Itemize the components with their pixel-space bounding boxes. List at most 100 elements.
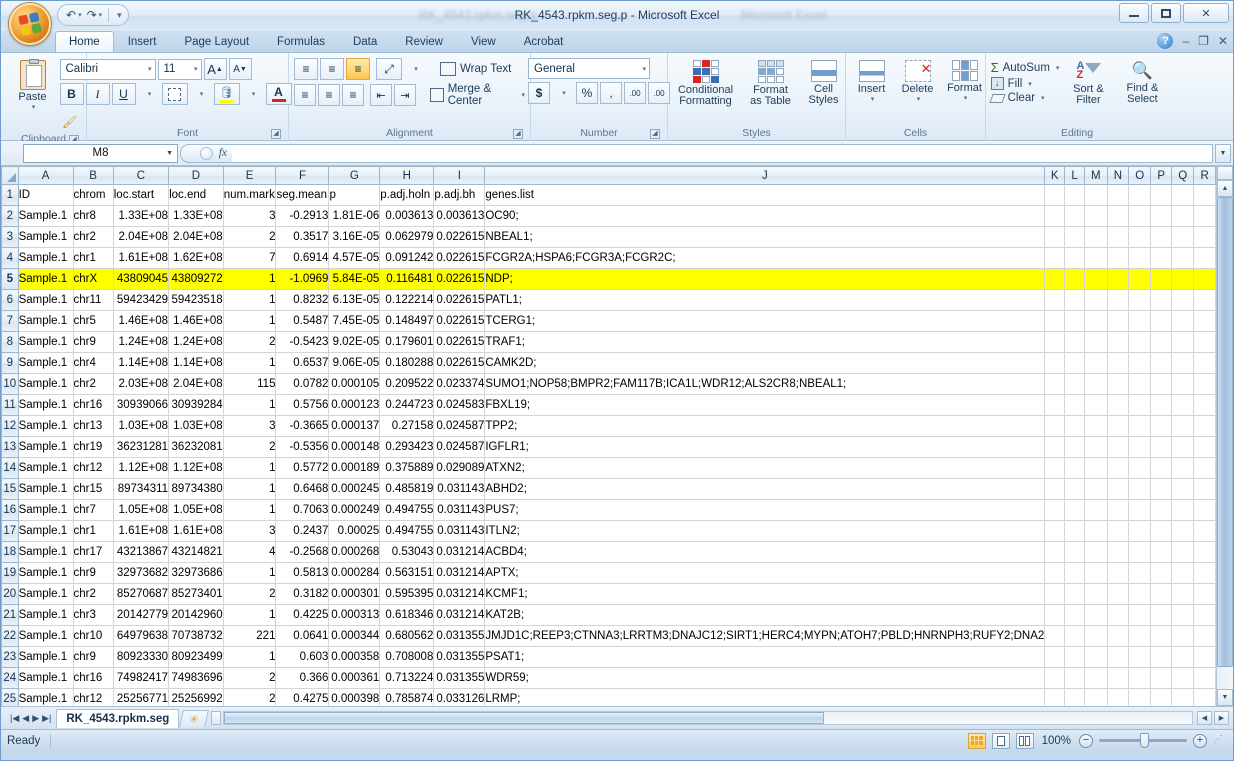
cell-K16[interactable]: [1045, 500, 1065, 521]
cell-Q8[interactable]: [1172, 332, 1194, 353]
cell-J17[interactable]: ITLN2;: [485, 521, 1045, 542]
cell-P9[interactable]: [1151, 353, 1172, 374]
cell-M1[interactable]: [1085, 185, 1108, 206]
view-page-break-button[interactable]: [1016, 733, 1034, 749]
cell-M17[interactable]: [1085, 521, 1108, 542]
cell-B18[interactable]: chr17: [73, 542, 113, 563]
cell-D13[interactable]: 36232081: [169, 437, 224, 458]
cell-R17[interactable]: [1194, 521, 1216, 542]
currency-dropdown[interactable]: ▾: [552, 82, 574, 104]
cell-K3[interactable]: [1045, 227, 1065, 248]
zoom-slider[interactable]: [1099, 739, 1187, 742]
next-sheet-button[interactable]: ▶: [32, 713, 39, 724]
cell-L13[interactable]: [1065, 437, 1085, 458]
row-header-6[interactable]: 6: [2, 290, 19, 311]
insert-function-icon[interactable]: fx: [219, 147, 227, 159]
minimize-button[interactable]: [1119, 3, 1149, 23]
row-header-12[interactable]: 12: [2, 416, 19, 437]
cell-A3[interactable]: Sample.1: [18, 227, 73, 248]
select-all-button[interactable]: [2, 167, 19, 185]
cell-P4[interactable]: [1151, 248, 1172, 269]
cell-B24[interactable]: chr16: [73, 668, 113, 689]
cell-B13[interactable]: chr19: [73, 437, 113, 458]
vertical-scrollbar[interactable]: ▲ ▼: [1216, 166, 1233, 706]
cell-F10[interactable]: 0.0782: [276, 374, 329, 395]
cell-H5[interactable]: 0.116481: [380, 269, 434, 290]
cell-D21[interactable]: 20142960: [169, 605, 224, 626]
cell-L22[interactable]: [1065, 626, 1085, 647]
column-header-q[interactable]: Q: [1172, 167, 1194, 185]
scroll-down-button[interactable]: ▼: [1217, 689, 1233, 706]
fill-button[interactable]: ↓ Fill ▾: [991, 77, 1060, 90]
cell-M20[interactable]: [1085, 584, 1108, 605]
cell-F18[interactable]: -0.2568: [276, 542, 329, 563]
cell-L4[interactable]: [1065, 248, 1085, 269]
cell-O9[interactable]: [1129, 353, 1151, 374]
cell-L11[interactable]: [1065, 395, 1085, 416]
cell-E23[interactable]: 1: [223, 647, 276, 668]
cell-F11[interactable]: 0.5756: [276, 395, 329, 416]
cell-D23[interactable]: 80923499: [169, 647, 224, 668]
cell-G19[interactable]: 0.000284: [329, 563, 380, 584]
cell-N23[interactable]: [1107, 647, 1129, 668]
column-header-d[interactable]: D: [169, 167, 224, 185]
previous-sheet-button[interactable]: ◀: [22, 713, 29, 724]
row-header-14[interactable]: 14: [2, 458, 19, 479]
cell-M10[interactable]: [1085, 374, 1108, 395]
cell-P5[interactable]: [1151, 269, 1172, 290]
font-dialog-launcher[interactable]: ◢: [271, 129, 281, 139]
cell-B25[interactable]: chr12: [73, 689, 113, 707]
bold-button[interactable]: B: [60, 83, 84, 105]
font-size-combo[interactable]: 11 ▾: [158, 59, 202, 80]
cell-M19[interactable]: [1085, 563, 1108, 584]
paste-button[interactable]: Paste ▾: [7, 58, 59, 111]
cell-H22[interactable]: 0.680562: [380, 626, 434, 647]
cell-O3[interactable]: [1129, 227, 1151, 248]
chevron-down-icon[interactable]: ▼: [166, 150, 173, 157]
table-row[interactable]: 5Sample.1chrX43809045438092721-1.09695.8…: [2, 269, 1216, 290]
sort-filter-button[interactable]: A Z Sort & Filter: [1064, 58, 1112, 106]
cell-M12[interactable]: [1085, 416, 1108, 437]
column-header-c[interactable]: C: [113, 167, 168, 185]
cell-N1[interactable]: [1107, 185, 1129, 206]
cell-I14[interactable]: 0.029089: [434, 458, 485, 479]
cell-N17[interactable]: [1107, 521, 1129, 542]
table-row[interactable]: 20Sample.1chr2852706878527340120.31820.0…: [2, 584, 1216, 605]
cell-N18[interactable]: [1107, 542, 1129, 563]
cell-H15[interactable]: 0.485819: [380, 479, 434, 500]
cell-L2[interactable]: [1065, 206, 1085, 227]
cell-C15[interactable]: 89734311: [113, 479, 168, 500]
cell-P16[interactable]: [1151, 500, 1172, 521]
cell-O25[interactable]: [1129, 689, 1151, 707]
cell-H21[interactable]: 0.618346: [380, 605, 434, 626]
cell-K8[interactable]: [1045, 332, 1065, 353]
table-row[interactable]: 8Sample.1chr91.24E+081.24E+082-0.54239.0…: [2, 332, 1216, 353]
conditional-formatting-button[interactable]: Conditional Formatting: [671, 58, 741, 107]
cell-D12[interactable]: 1.03E+08: [169, 416, 224, 437]
cell-J19[interactable]: APTX;: [485, 563, 1045, 584]
cell-I22[interactable]: 0.031355: [434, 626, 485, 647]
cell-Q2[interactable]: [1172, 206, 1194, 227]
cell-K24[interactable]: [1045, 668, 1065, 689]
row-header-13[interactable]: 13: [2, 437, 19, 458]
tab-home[interactable]: Home: [55, 31, 114, 52]
cell-I24[interactable]: 0.031355: [434, 668, 485, 689]
cell-G13[interactable]: 0.000148: [329, 437, 380, 458]
cell-L24[interactable]: [1065, 668, 1085, 689]
cell-H12[interactable]: 0.27158: [380, 416, 434, 437]
cell-A13[interactable]: Sample.1: [18, 437, 73, 458]
delete-cells-button[interactable]: ✕ Delete ▾: [897, 58, 939, 103]
cell-K1[interactable]: [1045, 185, 1065, 206]
number-dialog-launcher[interactable]: ◢: [650, 129, 660, 139]
cell-Q4[interactable]: [1172, 248, 1194, 269]
column-header-b[interactable]: B: [73, 167, 113, 185]
cell-I23[interactable]: 0.031355: [434, 647, 485, 668]
cell-M16[interactable]: [1085, 500, 1108, 521]
cell-N21[interactable]: [1107, 605, 1129, 626]
cell-D9[interactable]: 1.14E+08: [169, 353, 224, 374]
tab-review[interactable]: Review: [391, 31, 457, 52]
cell-H25[interactable]: 0.785874: [380, 689, 434, 707]
vertical-scroll-thumb[interactable]: [1217, 197, 1233, 667]
borders-dropdown[interactable]: ▾: [190, 83, 212, 105]
cell-O13[interactable]: [1129, 437, 1151, 458]
